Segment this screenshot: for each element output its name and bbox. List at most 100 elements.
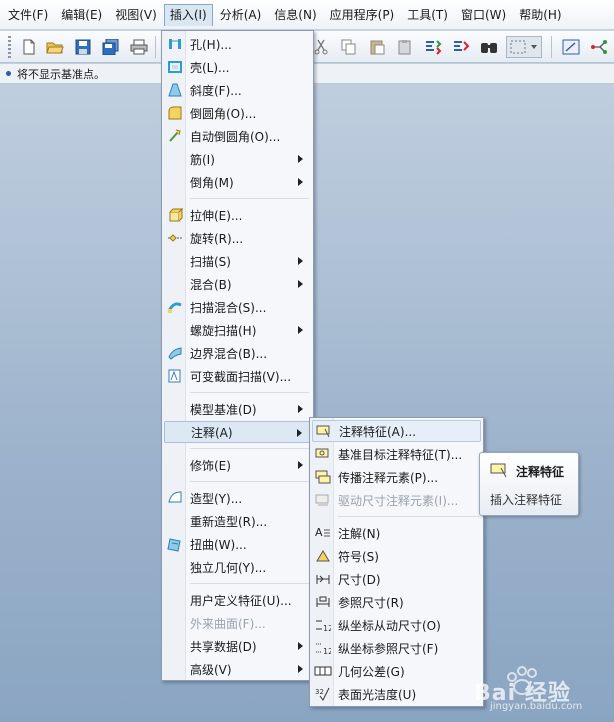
- menu-item-foreign-surface: 外来曲面(F)...: [190, 616, 266, 631]
- open-folder-icon[interactable]: [44, 36, 66, 58]
- selection-filter-dropdown[interactable]: [506, 36, 542, 58]
- new-file-icon[interactable]: [18, 36, 40, 58]
- menu-item-restyle[interactable]: 重新造型(R)...: [164, 510, 311, 532]
- datum-target-annotation-icon: [312, 443, 334, 465]
- svg-text:12: 12: [323, 624, 331, 633]
- menu-tools[interactable]: 工具(T): [401, 4, 454, 26]
- menu-item-user-defined-feature[interactable]: 用户定义特征(U)...: [164, 589, 311, 611]
- tooltip-description: 插入注释特征: [490, 493, 563, 507]
- menu-bar: 文件(F) 编辑(E) 视图(V) 插入(I) 分析(A) 信息(N) 应用程序…: [0, 0, 614, 30]
- menu-edit[interactable]: 编辑(E): [55, 4, 108, 26]
- draft-icon: [164, 79, 186, 101]
- dimension-icon: [312, 568, 334, 590]
- boundary-blend-icon: [164, 342, 186, 364]
- menu-window[interactable]: 窗口(W): [455, 4, 512, 26]
- menu-item-rib[interactable]: 筋(I): [164, 148, 311, 170]
- paste-icon[interactable]: [366, 36, 388, 58]
- menu-item-propagate-annotation[interactable]: 传播注释元素(P)...: [312, 466, 481, 488]
- menu-item-boundary-blend[interactable]: 边界混合(B)...: [164, 342, 311, 364]
- menu-item-independent-geometry[interactable]: 独立几何(Y)...: [164, 556, 311, 578]
- toolbar-grip[interactable]: [8, 36, 11, 58]
- menu-help[interactable]: 帮助(H): [513, 4, 567, 26]
- menu-item-annotation[interactable]: 注释(A): [164, 421, 311, 443]
- menu-applications[interactable]: 应用程序(P): [324, 4, 401, 26]
- datum-display-icon[interactable]: [588, 36, 610, 58]
- annotation-submenu: 注释特征(A)... 基准目标注释特征(T)... 传播注释元素(P)... 驱…: [309, 417, 484, 707]
- submenu-arrow-icon: [298, 665, 303, 673]
- find-icon[interactable]: [478, 36, 500, 58]
- regen-manager-icon[interactable]: [450, 36, 472, 58]
- save-copy-icon[interactable]: [100, 36, 122, 58]
- submenu-arrow-icon: [297, 429, 302, 437]
- submenu-arrow-icon: [298, 326, 303, 334]
- menu-item-hole[interactable]: 孔(H)...: [164, 33, 311, 55]
- menu-item-sweep[interactable]: 扫描(S): [164, 250, 311, 272]
- symbol-icon: [312, 545, 334, 567]
- sketch-view-icon[interactable]: [560, 36, 582, 58]
- menu-item-extrude[interactable]: 拉伸(E)...: [164, 204, 311, 226]
- propagate-annotation-icon: [312, 466, 334, 488]
- menu-item-annotation-feature[interactable]: 注释特征(A)...: [312, 420, 481, 442]
- variable-section-sweep-icon: [164, 365, 186, 387]
- ordinate-reference-dimension-icon: 12: [312, 637, 334, 659]
- menu-file[interactable]: 文件(F): [2, 4, 54, 26]
- menu-item-cosmetic[interactable]: 修饰(E): [164, 454, 311, 476]
- menu-item-datum-target-annotation[interactable]: 基准目标注释特征(T)...: [312, 443, 481, 465]
- menu-item-variable-section-sweep[interactable]: 可变截面扫描(V)...: [164, 365, 311, 387]
- save-icon[interactable]: [72, 36, 94, 58]
- menu-item-chamfer[interactable]: 倒角(M): [164, 171, 311, 193]
- print-icon[interactable]: [128, 36, 150, 58]
- menu-item-draft[interactable]: 斜度(F)...: [164, 79, 311, 101]
- menu-item-shared-data[interactable]: 共享数据(D): [164, 635, 311, 657]
- svg-text:A: A: [315, 526, 323, 539]
- menu-item-symbol[interactable]: 符号(S): [312, 545, 481, 567]
- submenu-arrow-icon: [298, 155, 303, 163]
- surface-finish-icon: 32: [312, 683, 334, 705]
- menu-item-revolve[interactable]: 旋转(R)...: [164, 227, 311, 249]
- watermark-url: jingyan.baidu.com: [490, 701, 583, 712]
- menu-item-warp[interactable]: 扭曲(W)...: [164, 533, 311, 555]
- annotation-feature-tooltip: 注释特征 插入注释特征: [479, 452, 579, 516]
- submenu-arrow-icon: [298, 642, 303, 650]
- menu-view[interactable]: 视图(V): [109, 4, 163, 26]
- menu-item-model-datum[interactable]: 模型基准(D): [164, 398, 311, 420]
- shell-icon: [164, 56, 186, 78]
- submenu-arrow-icon: [298, 178, 303, 186]
- tooltip-title: 注释特征: [516, 465, 565, 479]
- paste-special-icon[interactable]: [394, 36, 416, 58]
- menu-item-blend[interactable]: 混合(B): [164, 273, 311, 295]
- menu-item-round[interactable]: 倒圆角(O)...: [164, 102, 311, 124]
- insert-menu: 孔(H)... 壳(L)... 斜度(F)... 倒圆角(O)... 自动倒圆角…: [161, 30, 314, 681]
- menu-item-driving-dimension-annotation: 驱动尺寸注释元素(I)...: [312, 489, 481, 511]
- menu-insert[interactable]: 插入(I): [163, 3, 213, 26]
- svg-text:12: 12: [323, 647, 331, 656]
- submenu-arrow-icon: [298, 280, 303, 288]
- copy-icon[interactable]: [338, 36, 360, 58]
- menu-item-shell[interactable]: 壳(L)...: [164, 56, 311, 78]
- menu-item-auto-round[interactable]: 自动倒圆角(O)...: [164, 125, 311, 147]
- menu-item-geometric-tolerance[interactable]: 几何公差(G): [312, 660, 481, 682]
- menu-item-dimension[interactable]: 尺寸(D): [312, 568, 481, 590]
- menu-item-ordinate-reference-dimension[interactable]: 12 纵坐标参照尺寸(F): [312, 637, 481, 659]
- extrude-icon: [164, 204, 186, 226]
- status-message: 将不显示基准点。: [17, 67, 105, 81]
- regenerate-icon[interactable]: [422, 36, 444, 58]
- round-icon: [164, 102, 186, 124]
- menu-item-style[interactable]: 造型(Y)...: [164, 487, 311, 509]
- menu-item-surface-finish[interactable]: 32 表面光洁度(U): [312, 683, 481, 705]
- menu-item-ordinate-driven-dimension[interactable]: 12 纵坐标从动尺寸(O): [312, 614, 481, 636]
- submenu-arrow-icon: [298, 405, 303, 413]
- menu-item-helical-sweep[interactable]: 螺旋扫描(H): [164, 319, 311, 341]
- ordinate-driven-dimension-icon: 12: [312, 614, 334, 636]
- menu-item-reference-dimension[interactable]: 参照尺寸(R): [312, 591, 481, 613]
- driving-dimension-annotation-icon: [312, 489, 334, 511]
- menu-item-swept-blend[interactable]: 扫描混合(S)...: [164, 296, 311, 318]
- menu-analysis[interactable]: 分析(A): [214, 4, 268, 26]
- submenu-arrow-icon: [298, 461, 303, 469]
- annotation-feature-icon: [313, 420, 335, 442]
- menu-item-advanced[interactable]: 高级(V): [164, 658, 311, 680]
- menu-item-note[interactable]: A 注解(N): [312, 522, 481, 544]
- reference-dimension-icon: [312, 591, 334, 613]
- annotation-feature-icon: [490, 461, 510, 482]
- menu-info[interactable]: 信息(N): [268, 4, 322, 26]
